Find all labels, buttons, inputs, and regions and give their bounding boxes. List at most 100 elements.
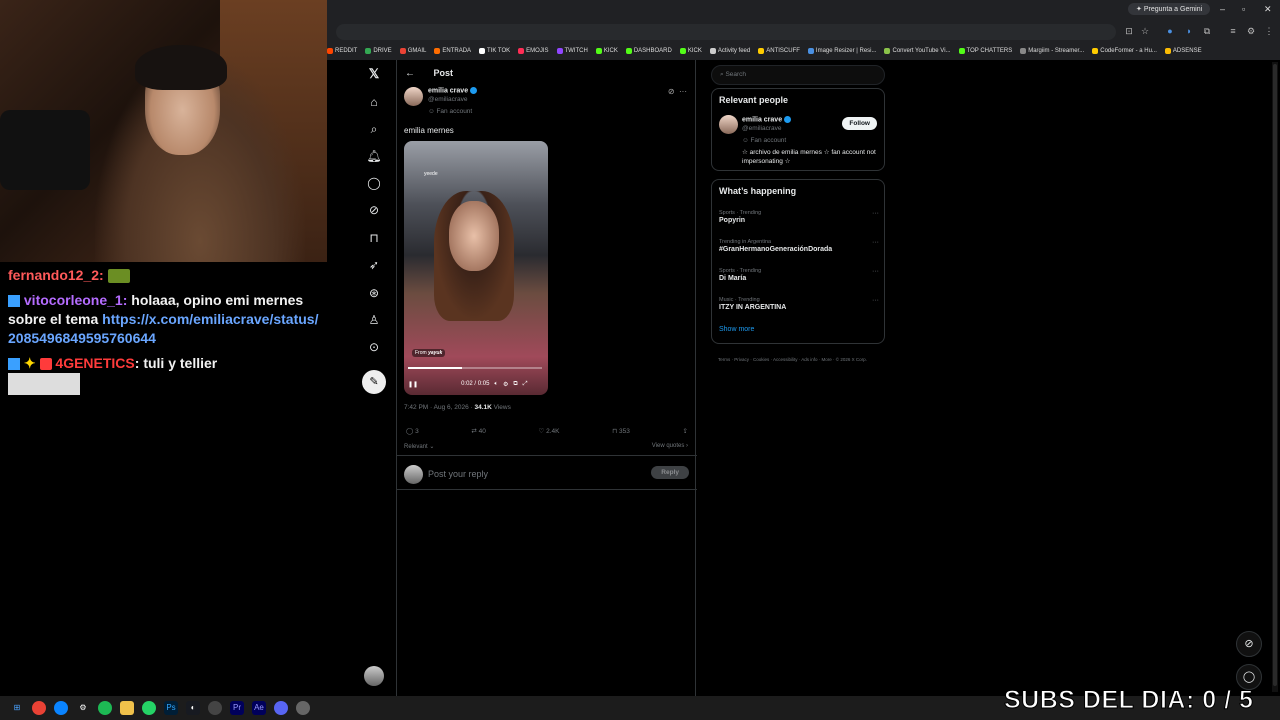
after-effects-icon[interactable]: Ae [252,701,266,715]
bookmark-item[interactable]: REDDIT [327,48,357,54]
bookmark-item[interactable]: Activity feed [709,48,750,54]
video-source[interactable]: From yayuk [412,349,446,357]
premiere-icon[interactable]: Pr [230,701,244,715]
bookmark-item[interactable]: KICK [679,48,702,54]
more-icon[interactable]: ⋮ [1264,26,1274,36]
grok-icon[interactable]: ⊘ [1236,631,1262,657]
discord-icon[interactable] [274,701,288,715]
compose-icon[interactable]: ✎ [362,370,386,394]
bookmark-item[interactable]: GMAIL [399,48,426,54]
fullscreen-icon[interactable]: ⤢ [523,381,528,388]
avatar[interactable] [719,115,738,134]
bell-icon[interactable]: 🔔︎ [360,146,388,166]
show-more-link[interactable]: Show more [719,326,754,333]
address-bar[interactable] [336,24,1116,40]
view-quotes-link[interactable]: View quotes › [652,443,688,450]
search-input[interactable]: ⌕ Search [711,65,885,85]
share-icon[interactable]: ⇪ [683,427,688,435]
follow-button[interactable]: Follow [842,117,877,130]
bookmark-item[interactable]: ANTISCUFF [758,48,800,54]
app-icon[interactable] [208,701,222,715]
reply-action[interactable]: ◯ 3 [406,427,419,435]
bookmark-item[interactable]: ADSENSE [1164,48,1202,54]
bookmark-item[interactable]: Margiim - Streamer... [1020,48,1084,54]
search-icon[interactable]: ⌕ [360,119,388,139]
home-icon[interactable]: ⌂ [360,92,388,112]
install-icon[interactable]: ⊡ [1124,26,1134,36]
whatsapp-icon[interactable] [142,701,156,715]
more-icon[interactable]: ⊙ [360,337,388,357]
rocket-icon[interactable]: ➶ [360,255,388,275]
minimize-icon[interactable]: – [1220,4,1225,14]
page-scrollbar[interactable] [1272,62,1278,692]
profile-icon[interactable]: ⚙ [1246,26,1256,36]
more-options-icon[interactable]: ··· [872,239,879,246]
more-options-icon[interactable]: ··· [679,87,687,96]
x-logo-icon[interactable]: 𝕏 [360,64,388,84]
trend-item[interactable]: Music · Trending ITZY IN ARGENTINA ··· [719,297,879,311]
profile-icon[interactable]: ♙ [360,310,388,330]
more-options-icon[interactable]: ··· [872,297,879,304]
app-icon[interactable]: ⚙ [76,701,90,715]
messages-icon[interactable]: ◯ [360,173,388,193]
repost-action[interactable]: ⇄ 40 [471,427,486,435]
windows-start-icon[interactable]: ⊞ [10,701,24,715]
sort-dropdown[interactable]: Relevant ⌄ [404,443,434,450]
pip-icon[interactable]: ⧉ [513,381,517,388]
post-timestamp[interactable]: 7:42 PM · Aug 6, 2026 · [404,404,474,411]
like-action[interactable]: ♡ 2.4K [539,427,560,435]
reply-input[interactable]: Post your reply [428,469,488,479]
pause-icon[interactable]: ❚❚ [408,381,418,388]
bookmark-action[interactable]: ⊓ 353 [612,427,630,435]
volume-icon[interactable]: 🔈︎ [494,381,498,388]
bookmark-item[interactable]: ENTRADA [434,48,471,54]
settings-icon[interactable]: ⚙ [503,381,508,388]
author-name[interactable]: emilia crave [428,87,478,94]
more-options-icon[interactable]: ··· [872,268,879,275]
bookmark-item[interactable]: TOP CHATTERS [958,48,1012,54]
chrome-icon[interactable] [32,701,46,715]
bookmark-item[interactable]: DRIVE [365,48,392,54]
scrollbar-thumb[interactable] [1273,64,1277,686]
back-arrow-icon[interactable]: ← [405,68,415,79]
verified-icon[interactable]: ⊛ [360,283,388,303]
bookmark-item[interactable]: CodeFormer - a Hu... [1092,48,1157,54]
footer-links[interactable]: Terms · Privacy · Cookies · Accessibilit… [718,355,883,365]
edge-icon[interactable] [54,701,68,715]
bookmark-item[interactable]: TWITCH [556,48,588,54]
person-name[interactable]: emilia crave [742,116,792,123]
trend-item[interactable]: Sports · Trending Popyrin ··· [719,210,879,224]
bookmark-icon[interactable]: ⊓ [360,228,388,248]
close-icon[interactable]: ✕ [1264,4,1272,15]
bookmark-item[interactable]: EMOJIS [518,48,549,54]
bookmark-item[interactable]: DASHBOARD [625,48,672,54]
puzzle-icon[interactable]: ⧉ [1202,26,1212,36]
more-options-icon[interactable]: ··· [872,210,879,217]
bookmark-item[interactable]: Convert YouTube Vi... [884,48,951,54]
extension-icon[interactable]: ● [1165,26,1175,36]
bookmark-item[interactable]: Image Resizer | Resi... [807,48,876,54]
author-handle[interactable]: @emiliacrave [428,96,467,103]
bookmark-item[interactable]: KICK [595,48,618,54]
trend-item[interactable]: Sports · Trending Di María ··· [719,268,879,282]
maximize-icon[interactable]: ▫ [1242,4,1245,14]
bookmark-item[interactable]: TIK TOK [479,48,510,54]
menu-icon[interactable]: ≡ [1228,26,1238,36]
reply-button[interactable]: Reply [651,466,689,479]
person-handle[interactable]: @emiliacrave [742,125,781,132]
grok-icon[interactable]: ⊘ [360,200,388,220]
spotify-icon[interactable] [98,701,112,715]
grok-icon[interactable]: ⊘ [668,87,675,96]
photoshop-icon[interactable]: Ps [164,701,178,715]
avatar[interactable] [364,666,384,686]
extension-icon[interactable]: ◗ [1184,26,1194,36]
app-icon[interactable] [296,701,310,715]
video-progress[interactable] [408,367,542,369]
folder-icon[interactable] [120,701,134,715]
gemini-button[interactable]: ✦ Pregunta a Gemini [1128,3,1211,15]
video-player[interactable]: yeede From yayuk ❚❚ 0:02 / 0:05 🔈︎ ⚙ ⧉ ⤢ [404,141,548,395]
steam-icon[interactable]: ◐ [186,701,200,715]
author-avatar[interactable] [404,87,423,106]
trend-item[interactable]: Trending in Argentina #GranHermanoGenerac… [719,239,879,253]
star-icon[interactable]: ☆ [1140,26,1150,36]
